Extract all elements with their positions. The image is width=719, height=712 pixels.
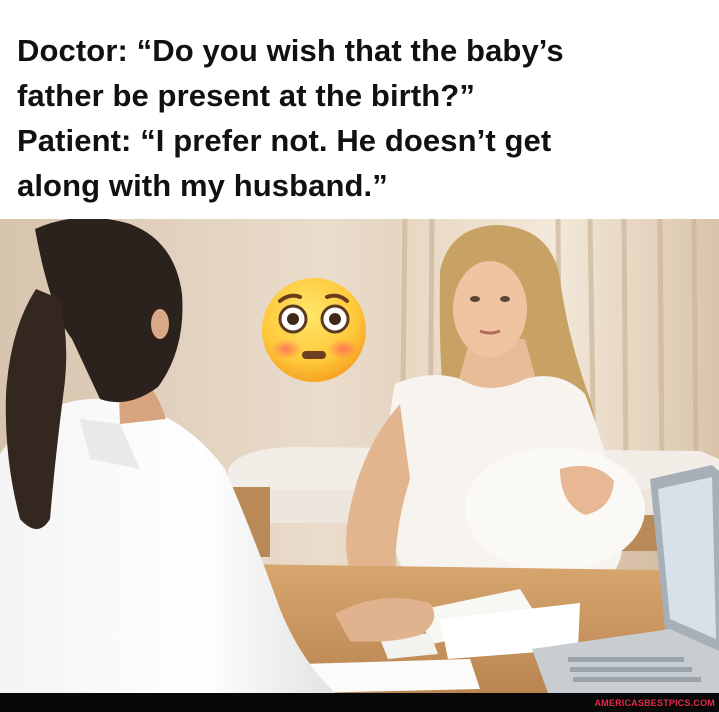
- doctor-patient-photo: [0, 219, 719, 693]
- caption-line-patient-answer-2: along with my husband.”: [17, 168, 388, 203]
- caption-line-patient-answer-1: Patient: “I prefer not. He doesn’t get: [17, 123, 552, 158]
- meme-post: Doctor: “Do you wish that the baby’s fat…: [0, 0, 719, 712]
- meme-caption: Doctor: “Do you wish that the baby’s fat…: [17, 28, 707, 208]
- caption-line-doctor-question-1: Doctor: “Do you wish that the baby’s: [17, 33, 564, 68]
- doctor-patient-scene: [0, 219, 719, 693]
- flushed-face-icon: [262, 278, 366, 382]
- caption-line-doctor-question-2: father be present at the birth?”: [17, 78, 475, 113]
- watermark-text: AMERICASBESTPICS.COM: [594, 698, 715, 708]
